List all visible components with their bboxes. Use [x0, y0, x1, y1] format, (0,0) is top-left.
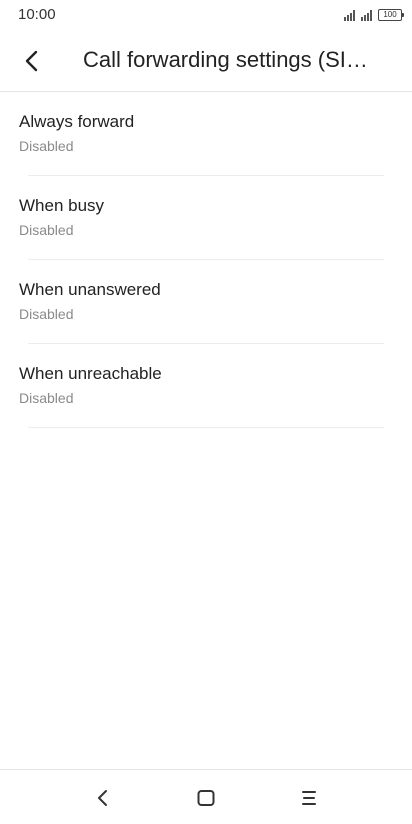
battery-icon: 100 [378, 9, 404, 21]
list-item-title: Always forward [19, 112, 135, 131]
list-item-status: Disabled [19, 306, 74, 322]
divider [28, 427, 384, 428]
nav-menu-button[interactable] [293, 782, 325, 814]
signal-icon [344, 10, 355, 21]
screen: 10:00 100 Call forwarding settings (SI… … [0, 0, 412, 824]
back-button[interactable] [14, 43, 50, 79]
nav-menu-icon [302, 791, 316, 805]
list-item-title: When busy [19, 196, 105, 215]
list-item-when-busy[interactable]: When busy Disabled [0, 176, 412, 260]
list-item-status: Disabled [19, 222, 74, 238]
status-time: 10:00 [18, 6, 56, 23]
status-icons: 100 [344, 7, 404, 21]
nav-back-icon [98, 790, 107, 806]
list-item-title: When unreachable [19, 364, 162, 383]
app-bar: Call forwarding settings (SI… [0, 30, 412, 92]
list-item-when-unanswered[interactable]: When unanswered Disabled [0, 260, 412, 344]
list-item-when-unreachable[interactable]: When unreachable Disabled [0, 344, 412, 428]
navigation-bar [0, 769, 412, 824]
status-bar: 10:00 100 [0, 0, 412, 30]
list-item-always-forward[interactable]: Always forward Disabled [0, 92, 412, 176]
page-title: Call forwarding settings (SI… [83, 47, 368, 72]
back-arrow-icon [25, 50, 38, 72]
call-forwarding-list: Always forward Disabled When busy Disabl… [0, 92, 412, 428]
nav-back-button[interactable] [87, 782, 119, 814]
nav-home-button[interactable] [190, 782, 222, 814]
list-item-title: When unanswered [19, 280, 161, 299]
nav-home-icon [197, 790, 215, 806]
signal-icon [361, 10, 372, 21]
list-item-status: Disabled [19, 390, 74, 406]
list-item-status: Disabled [19, 138, 74, 154]
